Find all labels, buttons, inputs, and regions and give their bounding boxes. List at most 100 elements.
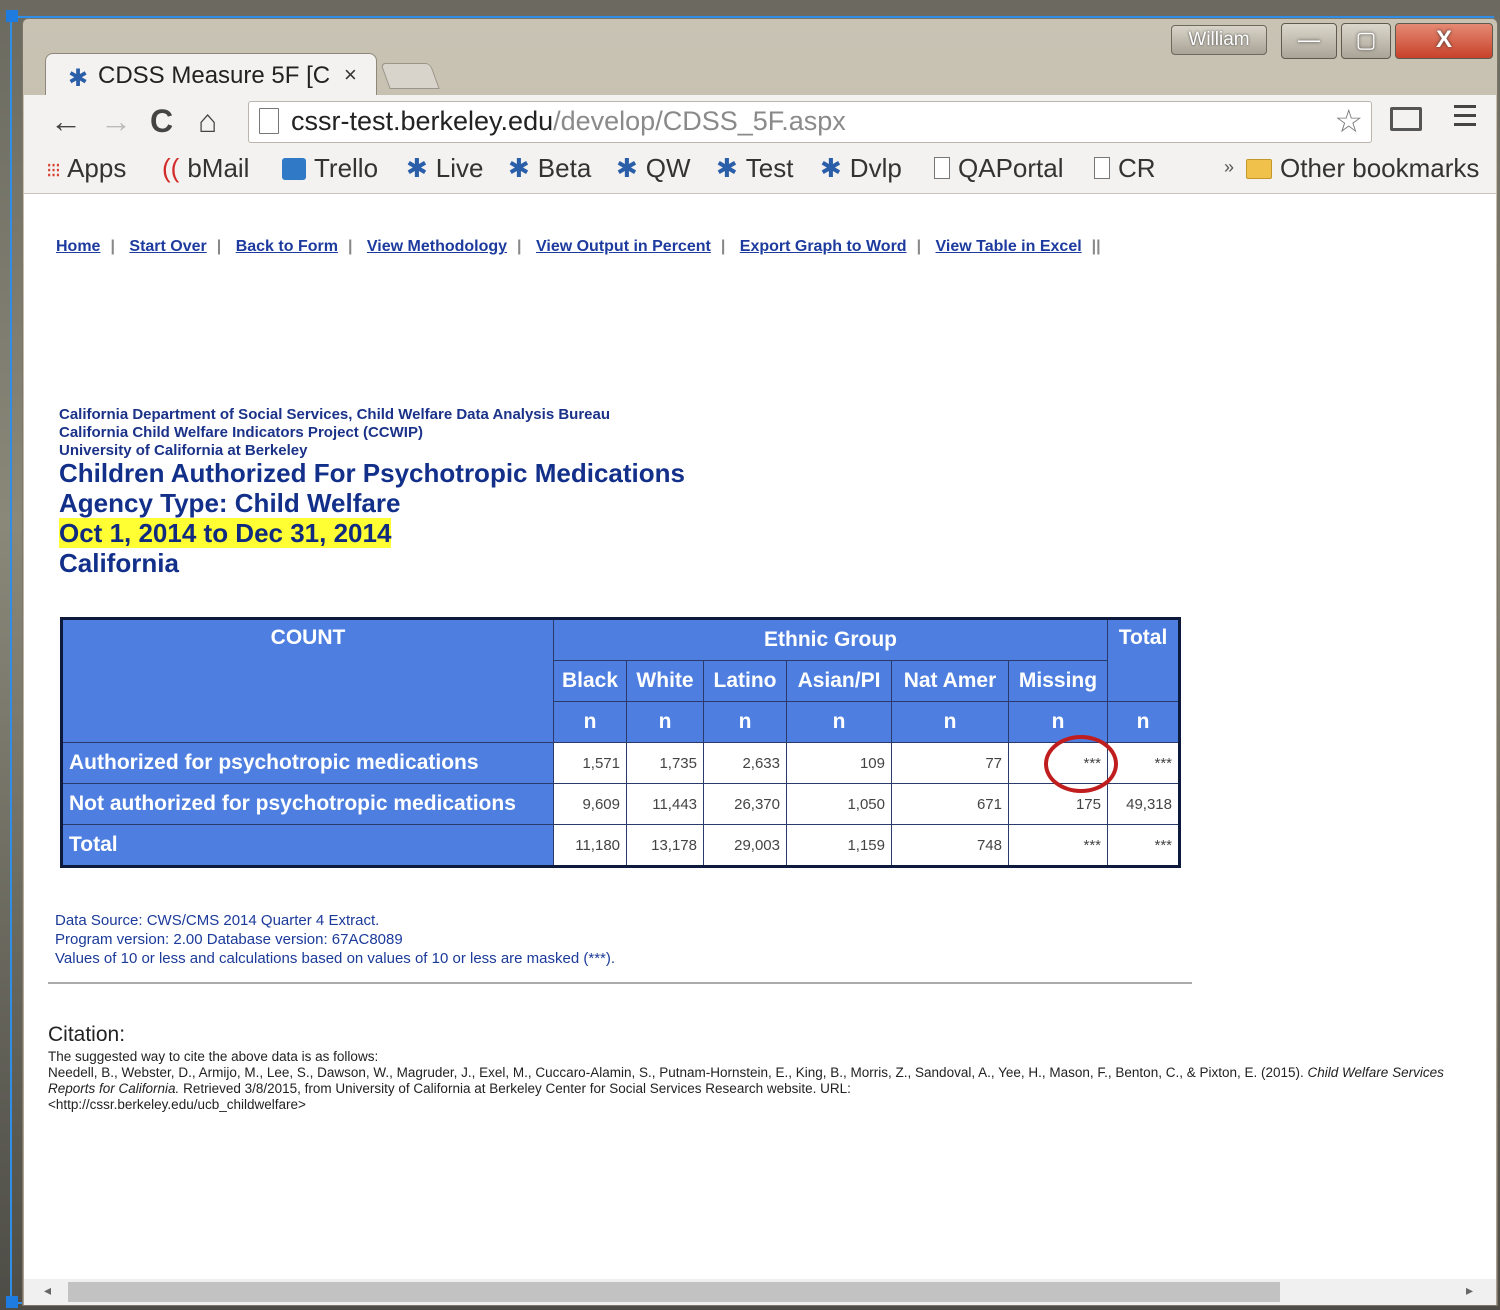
unit-header: n xyxy=(1107,701,1180,743)
cssr-icon: ✱ xyxy=(406,153,428,183)
trello-icon xyxy=(282,158,306,180)
bookmark-label: Live xyxy=(435,153,484,183)
hamburger-menu-icon[interactable] xyxy=(1454,105,1476,132)
table-cell: *** xyxy=(1107,824,1180,867)
forward-arrow-icon[interactable]: → xyxy=(100,103,132,139)
data-notes: Data Source: CWS/CMS 2014 Quarter 4 Extr… xyxy=(55,911,615,968)
bookmark-beta[interactable]: ✱ Beta xyxy=(508,153,591,184)
cast-icon[interactable] xyxy=(1390,107,1422,131)
table-cell: 11,443 xyxy=(626,783,704,825)
scrollbar-thumb[interactable] xyxy=(68,1282,1280,1302)
bookmark-live[interactable]: ✱ Live xyxy=(406,153,484,184)
new-tab-button[interactable] xyxy=(380,63,440,89)
citation-intro: The suggested way to cite the above data… xyxy=(48,1049,379,1064)
link-back-to-form[interactable]: Back to Form xyxy=(236,238,338,255)
table-cell: 13,178 xyxy=(626,824,704,867)
minimize-button[interactable]: — xyxy=(1281,23,1337,59)
url-host: cssr-test.berkeley.edu xyxy=(291,106,554,136)
url-text: cssr-test.berkeley.edu/develop/CDSS_5F.a… xyxy=(291,106,846,137)
cssr-icon: ✱ xyxy=(820,153,842,183)
table-cell: 29,003 xyxy=(703,824,787,867)
column-header: Missing xyxy=(1008,660,1108,702)
bookmark-label: QAPortal xyxy=(958,153,1064,183)
profile-badge[interactable]: William xyxy=(1171,25,1267,55)
bookmark-qw[interactable]: ✱ QW xyxy=(616,153,691,184)
bookmark-cr[interactable]: CR xyxy=(1094,153,1156,184)
table-cell: 49,318 xyxy=(1107,783,1180,825)
document-icon xyxy=(1094,157,1110,179)
table-cell: 9,609 xyxy=(553,783,627,825)
org-line: California Department of Social Services… xyxy=(59,406,611,423)
close-window-button[interactable]: X xyxy=(1395,23,1493,59)
bookmark-label: CR xyxy=(1118,153,1156,183)
table-cell: 671 xyxy=(891,783,1009,825)
agency-type: Agency Type: Child Welfare xyxy=(59,488,401,518)
link-home[interactable]: Home xyxy=(56,238,100,255)
bookmark-bmail[interactable]: ((bMail xyxy=(162,153,249,184)
scroll-right-arrow-icon[interactable]: ▸ xyxy=(1466,1282,1473,1299)
bookmark-label: Test xyxy=(745,153,794,183)
bookmark-test[interactable]: ✱ Test xyxy=(716,153,793,184)
unit-header: n xyxy=(553,701,627,743)
address-bar[interactable]: cssr-test.berkeley.edu/develop/CDSS_5F.a… xyxy=(248,101,1372,143)
cssr-icon: ✱ xyxy=(616,153,638,183)
unit-header: n xyxy=(786,701,892,743)
more-bookmarks-chevron-icon[interactable]: » xyxy=(1224,157,1234,178)
bookmark-trello[interactable]: Trello xyxy=(282,153,378,184)
browser-toolbar: ← → C ⌂ cssr-test.berkeley.edu/develop/C… xyxy=(24,95,1496,149)
bookmark-other-folder[interactable]: Other bookmarks xyxy=(1246,153,1479,184)
reload-icon[interactable]: C xyxy=(150,103,173,139)
tab-cdss-measure[interactable]: ✱ CDSS Measure 5F [C × xyxy=(45,53,377,98)
back-arrow-icon[interactable]: ← xyxy=(50,103,82,139)
tab-title: CDSS Measure 5F [C xyxy=(98,62,331,89)
browser-window: William — ▢ X ✱ CDSS Measure 5F [C × ← →… xyxy=(22,18,1498,1306)
unit-header: n xyxy=(703,701,787,743)
report-title: Children Authorized For Psychotropic Med… xyxy=(59,458,685,488)
unit-header: n xyxy=(626,701,704,743)
total-header: Total xyxy=(1107,618,1180,702)
date-range-highlight: Oct 1, 2014 to Dec 31, 2014 xyxy=(59,518,392,548)
selection-handle[interactable] xyxy=(6,10,18,22)
bookmark-apps[interactable]: ⁝⁝⁝ Apps xyxy=(46,153,126,184)
bookmarks-bar: ⁝⁝⁝ Apps ((bMail Trello ✱ Live ✱ Beta ✱ QW ✱… xyxy=(24,149,1496,194)
bookmark-label: Beta xyxy=(537,153,592,183)
table-cell: 109 xyxy=(786,742,892,784)
bookmark-star-icon[interactable]: ☆ xyxy=(1334,102,1363,140)
maximize-button[interactable]: ▢ xyxy=(1341,23,1391,59)
version-note: Program version: 2.00 Database version: … xyxy=(55,931,403,948)
tab-close-icon[interactable]: × xyxy=(344,62,357,88)
horizontal-scrollbar[interactable]: ◂ ▸ xyxy=(24,1279,1496,1305)
link-start-over[interactable]: Start Over xyxy=(129,238,206,255)
bookmark-qaportal[interactable]: QAPortal xyxy=(934,153,1064,184)
apps-grid-icon: ⁝⁝⁝ xyxy=(46,160,61,182)
home-icon[interactable]: ⌂ xyxy=(198,103,217,139)
cssr-icon: ✱ xyxy=(508,153,530,183)
link-view-table-excel[interactable]: View Table in Excel xyxy=(936,238,1082,255)
count-table: COUNT Ethnic Group Total Black White Lat… xyxy=(60,617,1181,868)
url-path: /develop/CDSS_5F.aspx xyxy=(553,106,846,136)
column-header: Nat Amer xyxy=(891,660,1009,702)
link-view-methodology[interactable]: View Methodology xyxy=(367,238,507,255)
unit-header: n xyxy=(891,701,1009,743)
column-header: Asian/PI xyxy=(786,660,892,702)
selection-handle[interactable] xyxy=(6,1296,18,1308)
citation-body: Needell, B., Webster, D., Armijo, M., Le… xyxy=(48,1065,1478,1097)
org-line: University of California at Berkeley xyxy=(59,442,308,459)
scroll-left-arrow-icon[interactable]: ◂ xyxy=(44,1282,51,1299)
table-cell: 2,633 xyxy=(703,742,787,784)
citation-authors: Needell, B., Webster, D., Armijo, M., Le… xyxy=(48,1065,1304,1080)
report-nav-links: Home | Start Over | Back to Form | View Met… xyxy=(56,238,1101,255)
annotation-circle xyxy=(1044,735,1118,793)
bookmark-label: QW xyxy=(645,153,691,183)
cssr-icon: ✱ xyxy=(716,153,738,183)
link-view-output-percent[interactable]: View Output in Percent xyxy=(536,238,711,255)
citation-url: <http://cssr.berkeley.edu/ucb_childwelfa… xyxy=(48,1097,306,1112)
link-export-graph-word[interactable]: Export Graph to Word xyxy=(740,238,907,255)
bmail-icon: (( xyxy=(162,153,180,183)
table-cell: *** xyxy=(1107,742,1180,784)
bookmark-dvlp[interactable]: ✱ Dvlp xyxy=(820,153,902,184)
table-cell: 1,159 xyxy=(786,824,892,867)
column-header: Latino xyxy=(703,660,787,702)
date-range: Oct 1, 2014 to Dec 31, 2014 xyxy=(59,518,392,549)
ethnic-group-header: Ethnic Group xyxy=(553,618,1108,661)
